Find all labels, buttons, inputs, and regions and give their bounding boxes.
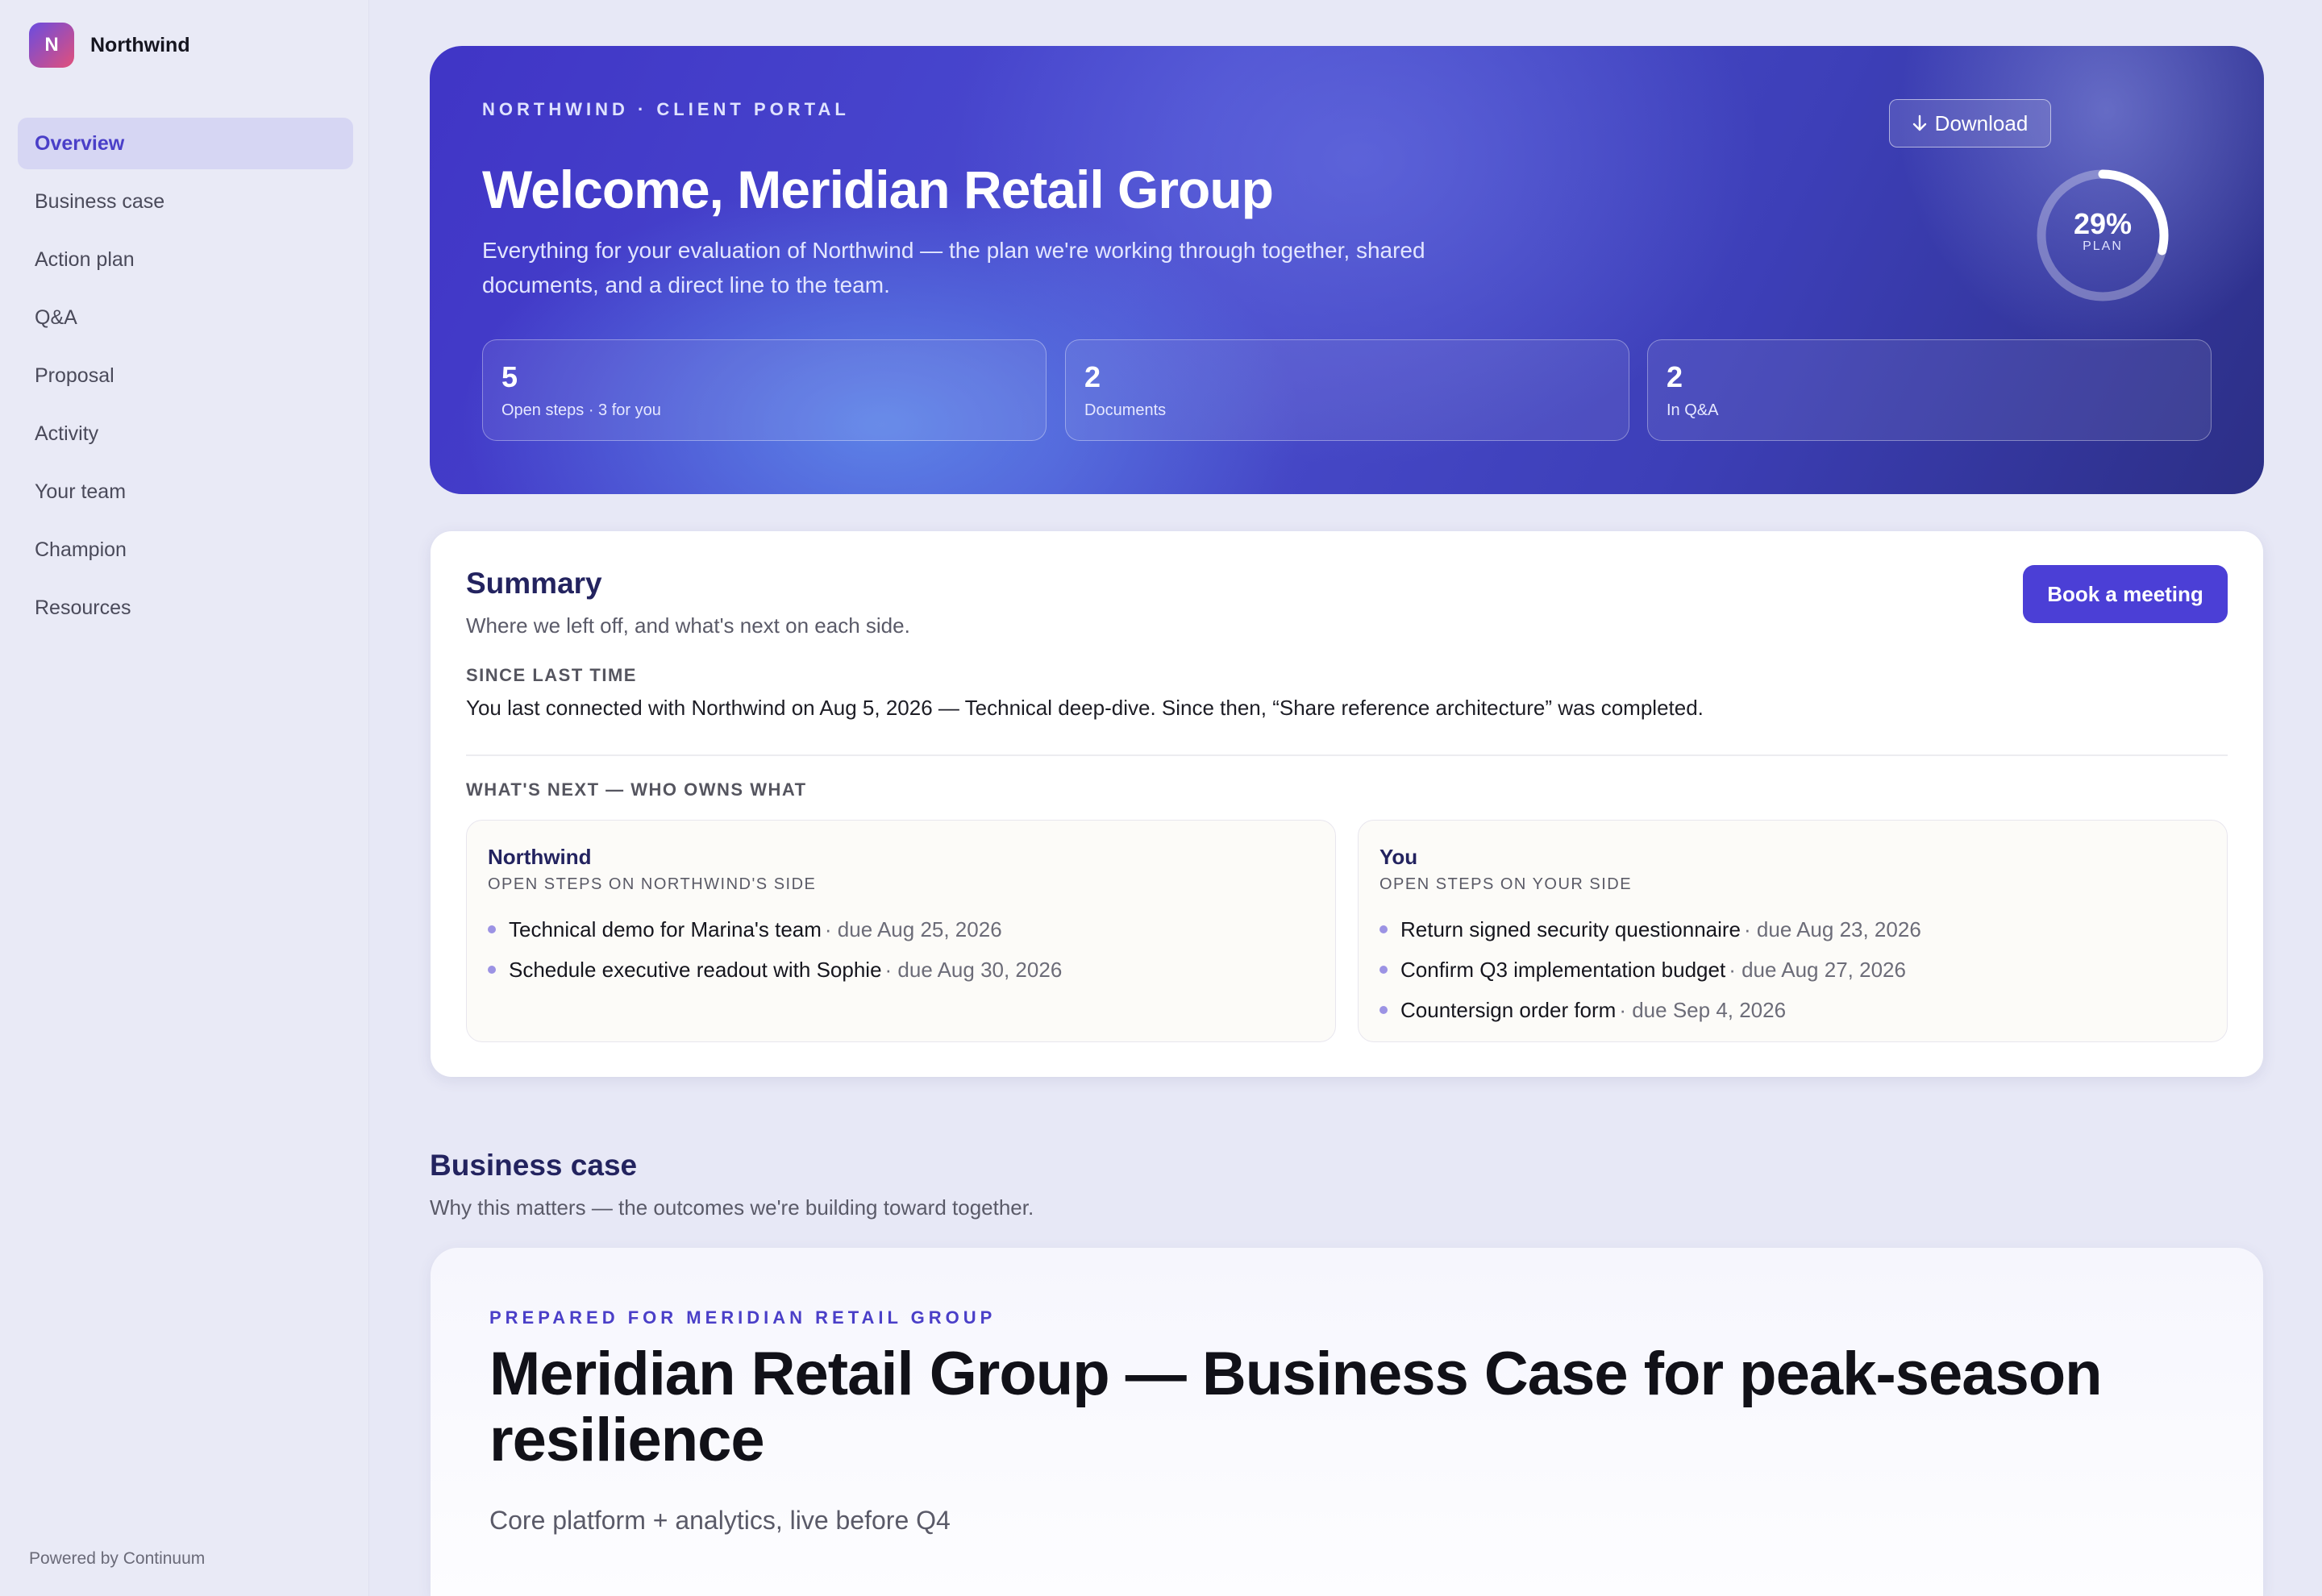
step-text: Return signed security questionnaire xyxy=(1400,916,1742,941)
sidebar-nav: Overview Business case Action plan Q&A P… xyxy=(18,118,353,640)
list-item: Confirm Q3 implementation budget · due Au… xyxy=(1379,950,1921,990)
owner-card-northwind: Northwind OPEN STEPS ON NORTHWIND'S SIDE… xyxy=(466,820,1336,1042)
brand[interactable]: N Northwind xyxy=(29,23,190,68)
sidebar-item-overview[interactable]: Overview xyxy=(18,118,353,169)
owner-step-list: Return signed security questionnaire · du… xyxy=(1379,909,1921,1030)
owner-card-you: You OPEN STEPS ON YOUR SIDE Return signe… xyxy=(1358,820,2228,1042)
arrow-down-icon xyxy=(1912,114,1926,131)
book-meeting-button[interactable]: Book a meeting xyxy=(2023,565,2228,623)
list-item: Technical demo for Marina's team · due Au… xyxy=(488,909,1062,950)
business-case-subtitle: Why this matters — the outcomes we're bu… xyxy=(430,1195,1034,1220)
hero-kicker: NORTHWIND · CLIENT PORTAL xyxy=(482,99,850,119)
owner-subtitle: OPEN STEPS ON YOUR SIDE xyxy=(1379,875,1633,893)
stat-value: 2 xyxy=(1084,360,1101,393)
plan-progress-percent: 29% xyxy=(2073,207,2133,240)
plan-progress-text: 29% PLAN xyxy=(2034,209,2171,254)
stat-value: 2 xyxy=(1667,360,1683,393)
list-item: Countersign order form · due Sep 4, 2026 xyxy=(1379,990,1921,1030)
business-case-title: Business case xyxy=(430,1149,638,1182)
step-text: Technical demo for Marina's team xyxy=(509,916,822,941)
stat-label: Documents xyxy=(1084,401,1167,419)
sidebar: N Northwind Overview Business case Actio… xyxy=(0,0,369,1596)
bullet-dot xyxy=(1379,925,1388,933)
divider xyxy=(466,754,2228,756)
stat-documents[interactable]: 2 Documents xyxy=(1065,339,1629,441)
stat-in-qa[interactable]: 2 In Q&A xyxy=(1647,339,2212,441)
since-last-time-label: SINCE LAST TIME xyxy=(466,665,637,685)
brand-logo: N xyxy=(29,23,74,68)
stat-open-steps[interactable]: 5 Open steps · 3 for you xyxy=(482,339,1047,441)
powered-by[interactable]: Powered by Continuum xyxy=(29,1549,205,1569)
owner-step-list: Technical demo for Marina's team · due Au… xyxy=(488,909,1062,990)
step-due: · due Aug 25, 2026 xyxy=(824,916,1002,941)
sidebar-item-action-plan[interactable]: Action plan xyxy=(18,234,353,285)
sidebar-item-proposal[interactable]: Proposal xyxy=(18,350,353,401)
list-item: Return signed security questionnaire · du… xyxy=(1379,909,1921,950)
owner-subtitle: OPEN STEPS ON NORTHWIND'S SIDE xyxy=(488,875,817,893)
owner-name: You xyxy=(1379,845,1418,869)
bullet-dot xyxy=(1379,966,1388,974)
plan-progress-label: PLAN xyxy=(2083,239,2123,253)
business-case-kicker: PREPARED FOR MERIDIAN RETAIL GROUP xyxy=(489,1307,997,1328)
bullet-dot xyxy=(488,966,496,974)
brand-name: Northwind xyxy=(90,33,190,56)
summary-subtitle: Where we left off, and what's next on ea… xyxy=(466,613,910,638)
list-item: Schedule executive readout with Sophie · … xyxy=(488,950,1062,990)
hero-banner: NORTHWIND · CLIENT PORTAL Welcome, Merid… xyxy=(430,46,2264,494)
bullet-dot xyxy=(488,925,496,933)
business-case-heading: Meridian Retail Group — Business Case fo… xyxy=(489,1340,2103,1474)
summary-title: Summary xyxy=(466,567,602,600)
step-text: Countersign order form xyxy=(1400,997,1617,1022)
sidebar-item-your-team[interactable]: Your team xyxy=(18,466,353,517)
summary-card: Summary Where we left off, and what's ne… xyxy=(431,531,2263,1077)
stat-label: Open steps · 3 for you xyxy=(501,401,661,419)
sidebar-item-activity[interactable]: Activity xyxy=(18,408,353,459)
step-due: · due Aug 30, 2026 xyxy=(884,957,1063,982)
business-case-tagline: Core platform + analytics, live before Q… xyxy=(489,1506,951,1535)
stat-label: In Q&A xyxy=(1667,401,1719,419)
step-due: · due Aug 23, 2026 xyxy=(1744,916,1921,941)
sidebar-item-champion[interactable]: Champion xyxy=(18,524,353,576)
page-title: Welcome, Meridian Retail Group xyxy=(482,160,1274,219)
sidebar-item-resources[interactable]: Resources xyxy=(18,582,353,634)
step-due: · due Sep 4, 2026 xyxy=(1619,997,1787,1022)
step-text: Schedule executive readout with Sophie xyxy=(509,957,882,982)
sidebar-item-qa[interactable]: Q&A xyxy=(18,292,353,343)
download-button[interactable]: Download xyxy=(1889,99,2051,148)
owner-name: Northwind xyxy=(488,845,592,869)
step-due: · due Aug 27, 2026 xyxy=(1729,957,1906,982)
sidebar-item-business-case[interactable]: Business case xyxy=(18,176,353,227)
bullet-dot xyxy=(1379,1006,1388,1014)
stat-value: 5 xyxy=(501,360,518,393)
step-text: Confirm Q3 implementation budget xyxy=(1400,957,1726,982)
business-case-card: PREPARED FOR MERIDIAN RETAIL GROUP Merid… xyxy=(431,1248,2263,1596)
since-last-time-text: You last connected with Northwind on Aug… xyxy=(466,696,1704,720)
hero-subtitle: Everything for your evaluation of Northw… xyxy=(482,238,1425,297)
download-label: Download xyxy=(1934,110,2029,135)
whats-next-label: WHAT'S NEXT — WHO OWNS WHAT xyxy=(466,779,807,800)
